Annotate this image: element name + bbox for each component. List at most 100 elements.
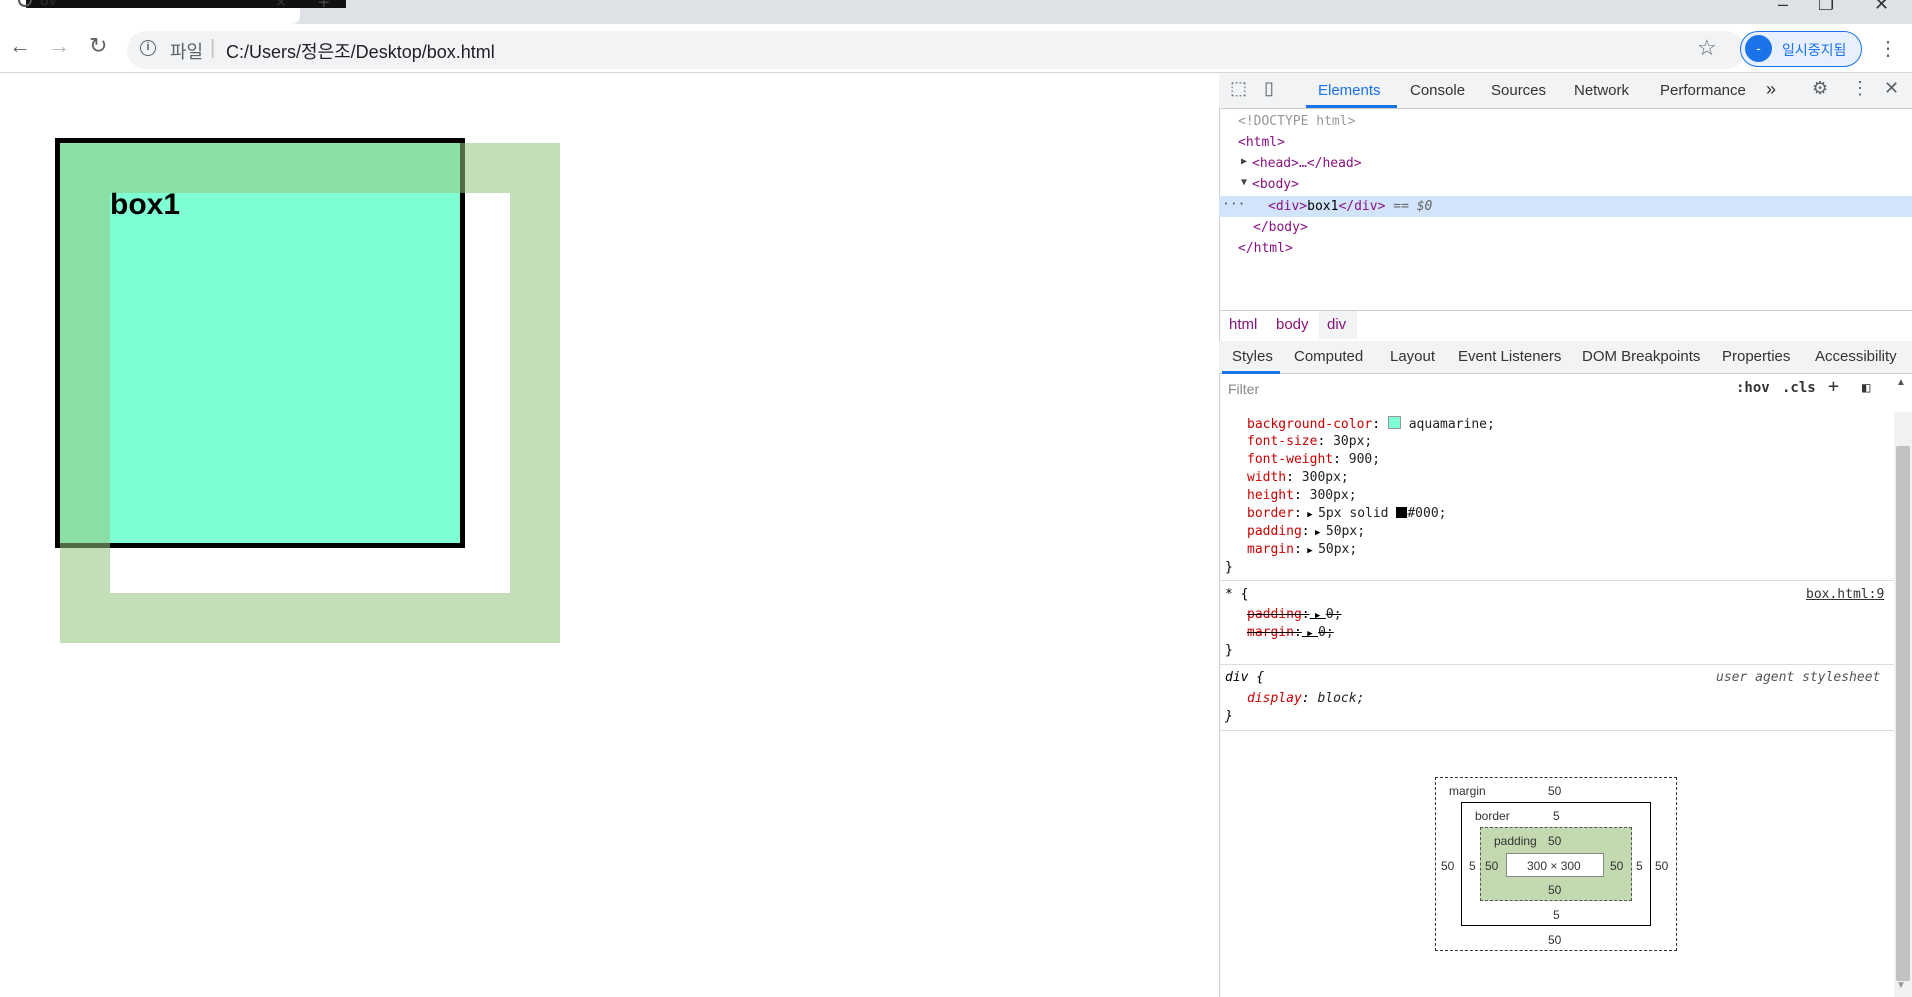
prop-name: border [1247,506,1294,521]
padding-left-value[interactable]: 50 [1485,859,1498,873]
border-right-value[interactable]: 5 [1636,859,1643,873]
dom-body-open[interactable]: <body> [1252,177,1299,192]
prop-value: 5px solid [1318,506,1389,521]
decl-padding[interactable]: padding: ▶ 50px; [1247,524,1365,539]
collapse-body-icon[interactable]: ▼ [1241,177,1247,188]
reload-icon[interactable]: ↻ [89,33,107,59]
star-icon[interactable]: ☆ [1697,35,1717,61]
padding-bottom-value[interactable]: 50 [1548,883,1561,897]
arrow-left-icon[interactable]: ← [9,33,31,59]
hov-button[interactable]: :hov [1736,380,1770,396]
device-toolbar-icon[interactable]: ▯ [1264,78,1274,99]
tab-computed[interactable]: Computed [1294,348,1363,365]
expand-triangle-icon[interactable]: ▶ [1302,629,1318,639]
styles-scrollbar-thumb[interactable] [1896,446,1910,981]
border-bottom-value[interactable]: 5 [1553,908,1560,922]
decl-margin[interactable]: margin: ▶ 50px; [1247,542,1357,557]
scroll-up-icon[interactable]: ▲ [1896,377,1906,388]
decl-background-color[interactable]: background-color: aquamarine; [1247,416,1495,432]
tab-sources[interactable]: Sources [1491,82,1546,99]
restore-icon[interactable]: ❐ [1818,0,1834,15]
tab-layout[interactable]: Layout [1390,348,1435,365]
tab-elements[interactable]: Elements [1318,82,1381,99]
window-close-icon[interactable]: ✕ [1874,0,1889,15]
new-rule-button[interactable]: + [1828,376,1839,397]
tab-console[interactable]: Console [1410,82,1465,99]
border-top-value[interactable]: 5 [1553,809,1560,823]
rule-close-brace: } [1225,560,1233,575]
rule-divider [1219,580,1894,581]
dom-head[interactable]: <head>…</head> [1252,156,1362,171]
inspect-element-icon[interactable]: ⬚ [1230,78,1247,99]
arrow-right-icon[interactable]: → [48,33,70,59]
url-text[interactable]: C:/Users/정은조/Desktop/box.html [226,38,495,64]
styles-filter-input[interactable] [1222,377,1722,401]
rule-source-link[interactable]: box.html:9 [1806,587,1884,602]
more-tabs-button[interactable]: » [1766,79,1776,100]
expand-triangle-icon[interactable]: ▶ [1302,546,1318,556]
expand-triangle-icon[interactable]: ▶ [1302,510,1318,520]
margin-top-value[interactable]: 50 [1548,784,1561,798]
tab-network[interactable]: Network [1574,82,1629,99]
prop-value: 300px; [1309,488,1357,503]
margin-left-value[interactable]: 50 [1441,859,1454,873]
rule-divider [1219,664,1894,665]
screen-recorder-bar [26,0,346,8]
new-tab-icon[interactable]: + [318,0,330,15]
tab-performance[interactable]: Performance [1660,82,1746,99]
tab-event-listeners[interactable]: Event Listeners [1458,348,1561,365]
devtools-menu-icon[interactable]: ⋮ [1851,78,1869,99]
expand-head-icon[interactable]: ▶ [1241,156,1247,167]
dom-html-open[interactable]: <html> [1238,135,1285,150]
border-color-value: #000; [1407,506,1447,521]
prop-name: margin [1247,542,1294,557]
tab-styles[interactable]: Styles [1232,348,1273,365]
dom-html-close[interactable]: </html> [1238,241,1293,256]
content-size-value[interactable]: 300 × 300 [1527,859,1581,873]
decl-padding-overridden[interactable]: padding: ▶ 0; [1247,607,1342,622]
kebab-menu-icon[interactable]: ⋮ [1878,36,1898,61]
breadcrumb-body[interactable]: body [1276,316,1309,333]
decl-font-size[interactable]: font-size: 30px; [1247,434,1372,449]
expand-triangle-icon[interactable]: ▶ [1310,611,1326,621]
prop-value: 900; [1348,452,1381,467]
dom-div-ref: == $0 [1393,199,1433,214]
scroll-down-icon[interactable]: ▼ [1896,980,1906,991]
border-left-value[interactable]: 5 [1469,859,1476,873]
gear-icon[interactable]: ⚙ [1812,78,1828,99]
minimize-icon[interactable]: – [1778,0,1788,15]
margin-bottom-value[interactable]: 50 [1548,933,1561,947]
decl-height[interactable]: height: 300px; [1247,488,1357,503]
cls-button[interactable]: .cls [1782,380,1816,396]
toggle-sidebar-icon[interactable]: ◧ [1862,380,1870,396]
tab-accessibility[interactable]: Accessibility [1815,348,1897,365]
dom-div-text: box1 [1307,199,1339,214]
close-icon[interactable]: ✕ [1884,78,1899,99]
dom-body-close[interactable]: </body> [1253,220,1308,235]
rule-selector-universal[interactable]: * { [1225,587,1248,602]
prop-name: background-color [1247,417,1373,432]
margin-right-value[interactable]: 50 [1655,859,1668,873]
expand-triangle-icon[interactable]: ▶ [1310,528,1326,538]
decl-width[interactable]: width: 300px; [1247,470,1349,485]
prop-name: width [1247,470,1287,485]
tab-properties[interactable]: Properties [1722,348,1790,365]
decl-font-weight[interactable]: font-weight: 900; [1247,452,1380,467]
tab-close-icon[interactable]: ✕ [275,0,287,11]
dom-row-ellipsis[interactable]: ··· [1222,197,1245,212]
prop-name: height [1247,488,1294,503]
prop-value: 50px; [1318,542,1358,557]
info-icon[interactable]: i [140,40,156,56]
tab-dom-breakpoints[interactable]: DOM Breakpoints [1582,348,1700,365]
rule-selector-div: div { [1225,670,1265,685]
breadcrumb-html[interactable]: html [1229,316,1257,333]
padding-right-value[interactable]: 50 [1610,859,1623,873]
color-swatch[interactable] [1396,507,1408,518]
color-swatch[interactable] [1387,416,1401,429]
breadcrumb-div[interactable]: div [1327,316,1346,333]
active-tab-indicator [1306,105,1397,108]
padding-top-value[interactable]: 50 [1548,834,1561,848]
decl-border[interactable]: border: ▶ 5px solid #000; [1247,506,1446,521]
dom-div-row[interactable]: <div>box1</div> == $0 [1268,199,1432,214]
decl-margin-overridden[interactable]: margin: ▶ 0; [1247,625,1334,640]
